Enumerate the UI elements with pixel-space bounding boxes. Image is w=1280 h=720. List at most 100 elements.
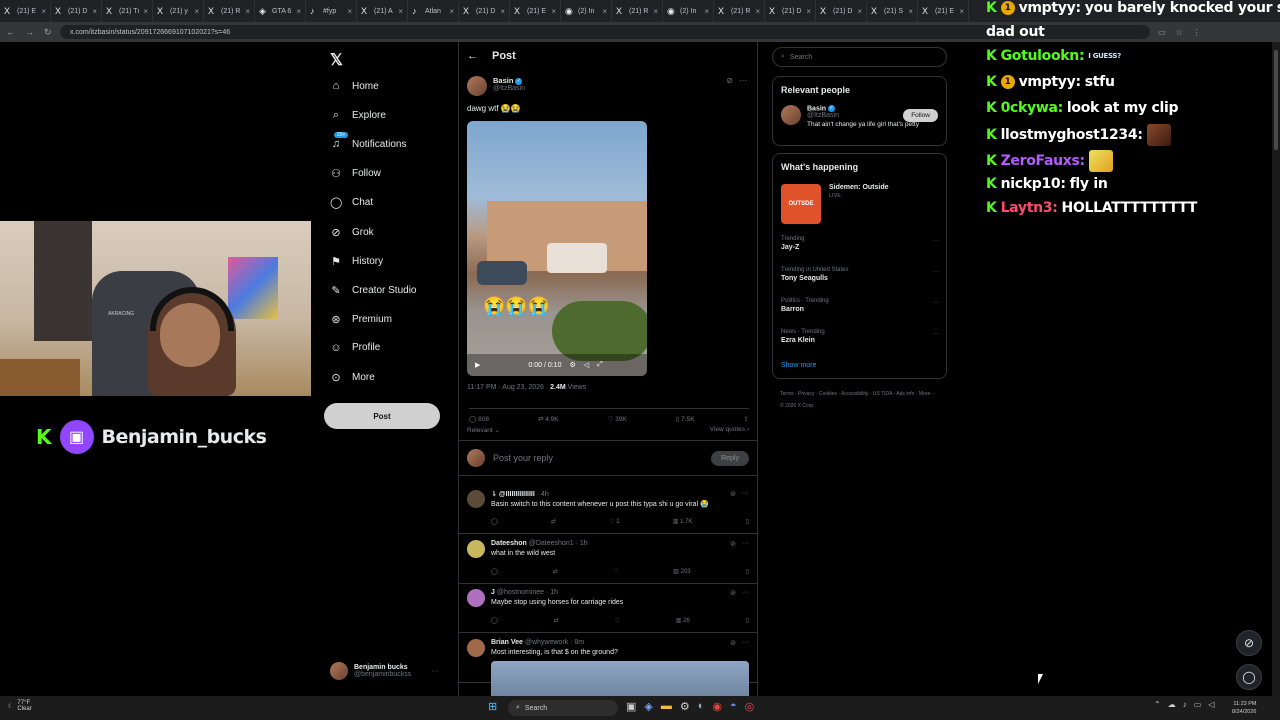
nav-item-premium[interactable]: ⊛ Premium [330, 313, 392, 326]
close-icon[interactable]: × [755, 7, 760, 16]
settings-icon[interactable]: ⚙ [569, 361, 575, 369]
view-quotes-link[interactable]: View quotes › [710, 426, 749, 434]
browser-tab[interactable]: X (21) E × [0, 0, 51, 22]
task-view-icon[interactable]: ▣ [626, 700, 636, 713]
browser-tab[interactable]: X (21) D × [51, 0, 102, 22]
grok-icon[interactable]: ⊘ [730, 490, 736, 498]
nav-item-home[interactable]: ⌂ Home [330, 80, 379, 92]
close-icon[interactable]: × [959, 7, 964, 16]
more-dots-icon[interactable]: ··· [742, 490, 749, 498]
close-icon[interactable]: × [857, 7, 862, 16]
discord-icon[interactable]: ◓ [730, 700, 737, 713]
windows-start-icon[interactable]: ⊞ [488, 700, 497, 713]
more-dots-icon[interactable]: ··· [933, 331, 939, 337]
footer-links[interactable]: Terms · Privacy · Cookies · Accessibilit… [780, 388, 940, 412]
volume-icon[interactable]: ◁ [1208, 700, 1214, 709]
browser-tab[interactable]: X (21) R × [612, 0, 663, 22]
bookmark-icon[interactable]: ▯ [746, 568, 749, 575]
back-icon[interactable]: ← [6, 27, 15, 38]
browser-tab[interactable]: ◉ (2) In × [561, 0, 612, 22]
more-dots-icon[interactable]: ··· [933, 238, 939, 244]
comment-item[interactable]: J @hostnominee · 1h ⊘ ··· Maybe stop usin… [459, 583, 757, 633]
browser-tab[interactable]: X (21) y × [153, 0, 204, 22]
more-dots-icon[interactable]: ··· [742, 540, 749, 548]
weather-widget[interactable]: ☾ 77°F Clear [8, 700, 32, 712]
close-icon[interactable]: × [194, 7, 199, 16]
nav-item-explore[interactable]: ⌕ Explore [330, 109, 386, 122]
close-icon[interactable]: × [602, 7, 607, 16]
app-icon[interactable]: ◎ [745, 700, 755, 713]
settings-icon[interactable]: ⚙ [680, 700, 690, 713]
views-action[interactable]: ▥ 26 [676, 617, 690, 624]
comment-item[interactable]: Dateeshon @Dateeshon1 · 1h ⊘ ··· what in … [459, 534, 757, 584]
close-icon[interactable]: × [143, 7, 148, 16]
comment-item[interactable]: ⇂ @IIIIIIIIIIIIIII · 4h ⊘ ··· Basin switc… [459, 484, 757, 534]
volume-icon[interactable]: ◁ [584, 361, 589, 369]
clock[interactable]: 11:23 PM 8/24/2026 [1232, 700, 1256, 716]
copilot-icon[interactable]: ◈ [644, 700, 652, 713]
more-dots-icon[interactable]: ··· [431, 668, 438, 675]
live-event[interactable]: OUTSDE Sidemen: Outside LIVE [781, 184, 889, 224]
browser-tab[interactable]: X (21) E × [918, 0, 969, 22]
grok-icon[interactable]: ⊘ [726, 76, 733, 85]
close-icon[interactable]: × [245, 7, 250, 16]
network-icon[interactable]: ▭ [1194, 700, 1202, 709]
reply-action[interactable]: ◯ 808 [469, 415, 489, 423]
repost-icon[interactable]: ⇄ [554, 617, 559, 624]
post-button[interactable]: Post [324, 403, 440, 429]
like-action[interactable]: ♡ 1 [609, 518, 619, 525]
browser-tab[interactable]: X (21) Tı × [102, 0, 153, 22]
scrollbar-thumb[interactable] [1274, 50, 1278, 150]
more-dots-icon[interactable]: ··· [933, 300, 939, 306]
page-scrollbar[interactable] [1272, 42, 1280, 696]
like-action[interactable]: ♡ [613, 568, 618, 575]
browser-tab[interactable]: X (21) D × [765, 0, 816, 22]
bookmark-action[interactable]: ▯ 7.5K [676, 415, 695, 423]
trend-item[interactable]: Politics · Trending Barron ··· [781, 298, 939, 313]
close-icon[interactable]: × [908, 7, 913, 16]
reload-icon[interactable]: ↻ [44, 27, 52, 38]
tweet-video[interactable]: 😭😭😭 ▶ 0:00 / 0:10 ⚙ ◁ ⤢ [467, 121, 647, 376]
mic-icon[interactable]: ♪ [1183, 700, 1187, 709]
close-icon[interactable]: × [398, 7, 403, 16]
reply-icon[interactable]: ◯ [491, 617, 498, 624]
close-icon[interactable]: × [449, 7, 454, 16]
reply-icon[interactable]: ◯ [491, 568, 498, 575]
nav-item-creator-studio[interactable]: ✎ Creator Studio [330, 284, 416, 297]
grok-icon[interactable]: ⊘ [730, 540, 736, 548]
back-arrow-icon[interactable]: ← [467, 50, 478, 62]
reply-icon[interactable]: ◯ [491, 518, 498, 525]
x-logo-icon[interactable]: 𝕏 [330, 50, 343, 70]
close-icon[interactable]: × [704, 7, 709, 16]
close-icon[interactable]: × [347, 7, 352, 16]
more-dots-icon[interactable]: ··· [742, 639, 749, 647]
taskbar-search[interactable]: ⌕ Search [508, 700, 618, 716]
share-icon[interactable]: ⇧ [744, 415, 749, 423]
more-dots-icon[interactable]: ··· [742, 589, 749, 597]
account-switcher[interactable]: Benjamin bucks @benjaminbuckss ··· [330, 662, 438, 680]
browser-tab[interactable]: ♪ #fyp × [306, 0, 357, 22]
close-icon[interactable]: × [500, 7, 505, 16]
grok-icon[interactable]: ⊘ [1236, 630, 1262, 656]
cloud-icon[interactable]: ☁ [1168, 700, 1176, 709]
repost-icon[interactable]: ⇄ [553, 568, 558, 575]
bookmark-icon[interactable]: ▯ [746, 518, 749, 525]
more-dots-icon[interactable]: ··· [739, 76, 747, 85]
fullscreen-icon[interactable]: ⤢ [597, 361, 603, 369]
views-action[interactable]: ▥ 1.7K [673, 518, 693, 525]
sort-dropdown[interactable]: Relevant ⌄ [467, 426, 500, 434]
steam-icon[interactable]: ◐ [698, 700, 705, 713]
browser-tab[interactable]: X (21) R × [714, 0, 765, 22]
search-input[interactable]: ⌕ Search [772, 47, 947, 67]
reply-composer[interactable]: Post your reply Reply [459, 440, 757, 476]
browser-tab[interactable]: X (21) D × [459, 0, 510, 22]
reply-input[interactable]: Post your reply [493, 453, 553, 463]
close-icon[interactable]: × [551, 7, 556, 16]
play-icon[interactable]: ▶ [475, 361, 480, 369]
browser-tab[interactable]: X (21) S × [867, 0, 918, 22]
nav-item-history[interactable]: ⚑ History [330, 255, 383, 268]
grok-icon[interactable]: ⊘ [730, 589, 736, 597]
browser-tab[interactable]: ◉ (2) In × [663, 0, 714, 22]
chrome-icon[interactable]: ◉ [712, 700, 722, 713]
chevron-up-icon[interactable]: ⌃ [1154, 700, 1161, 709]
